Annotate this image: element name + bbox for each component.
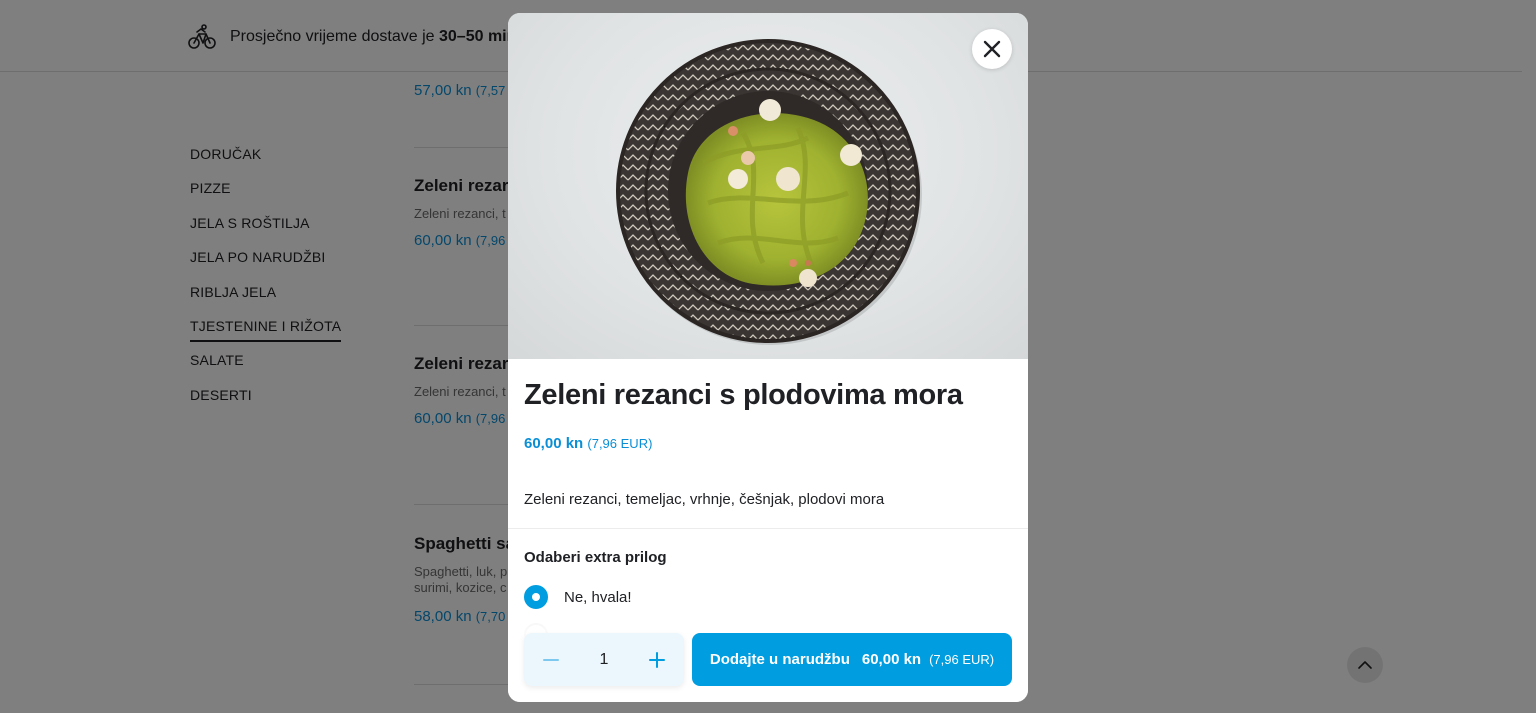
quantity-value: 1 <box>599 650 609 668</box>
radio-button-selected[interactable] <box>524 585 548 609</box>
option-no-thanks[interactable]: Ne, hvala! <box>524 585 632 609</box>
add-to-order-button[interactable]: Dodajte u narudžbu 60,00 kn (7,96 EUR) <box>692 633 1012 686</box>
divider <box>508 528 1028 529</box>
close-button[interactable] <box>972 29 1012 69</box>
plus-icon <box>649 651 665 668</box>
add-to-order-label: Dodajte u narudžbu <box>709 651 850 668</box>
close-icon <box>983 40 1001 58</box>
add-to-order-price: 60,00 kn <box>861 651 922 668</box>
product-description: Zeleni rezanci, temeljac, vrhnje, češnja… <box>524 491 885 508</box>
increase-quantity-button[interactable] <box>646 649 668 671</box>
decrease-quantity-button[interactable] <box>540 649 562 671</box>
minus-icon <box>543 658 559 661</box>
product-title: Zeleni rezanci s plodovima mora <box>524 379 963 411</box>
option-group-title: Odaberi extra prilog <box>524 549 667 566</box>
add-to-order-price-eur: (7,96 EUR) <box>929 652 995 667</box>
product-price: 60,00 kn (7,96 EUR) <box>524 435 653 452</box>
quantity-stepper: 1 <box>524 633 684 686</box>
pasta-plate-illustration <box>616 39 922 345</box>
product-image <box>508 13 1028 359</box>
option-label: Ne, hvala! <box>564 588 632 606</box>
product-modal: Zeleni rezanci s plodovima mora 60,00 kn… <box>508 13 1028 702</box>
